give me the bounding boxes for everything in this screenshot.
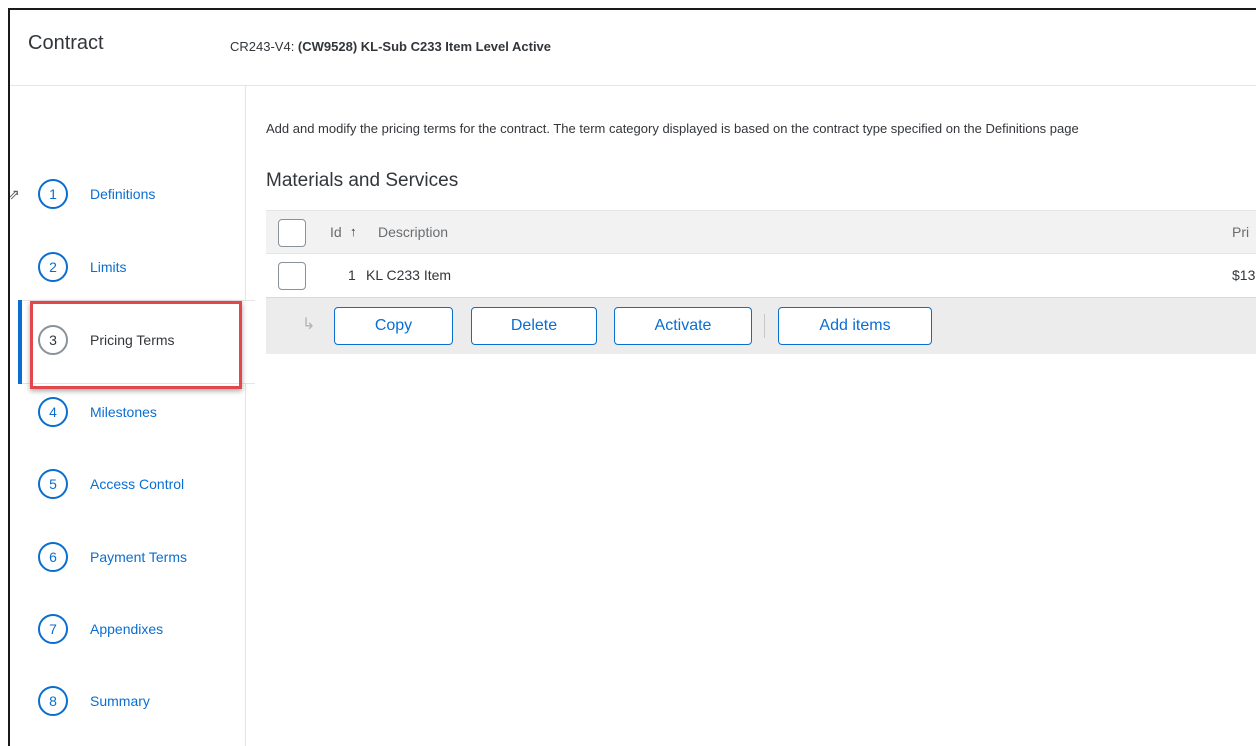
step-label: Milestones bbox=[90, 404, 157, 420]
step-number: 5 bbox=[38, 469, 68, 499]
intro-text: Add and modify the pricing terms for the… bbox=[266, 121, 1079, 136]
document-id: CR243-V4: bbox=[230, 39, 298, 54]
step-access-control[interactable]: 5 Access Control bbox=[10, 464, 246, 504]
table-row[interactable]: 1 KL C233 Item $13 bbox=[266, 254, 1256, 298]
step-milestones[interactable]: 4 Milestones bbox=[10, 392, 246, 432]
copy-button[interactable]: Copy bbox=[334, 307, 453, 345]
document-name: (CW9528) KL-Sub C233 Item Level Active bbox=[297, 39, 552, 54]
step-definitions[interactable]: 1 Definitions bbox=[10, 174, 246, 214]
app-title: Contract bbox=[28, 32, 104, 54]
step-summary[interactable]: 8 Summary bbox=[10, 681, 246, 721]
activate-button[interactable]: Activate bbox=[614, 307, 752, 345]
column-header-id[interactable]: Id bbox=[330, 224, 342, 240]
step-label: Definitions bbox=[90, 186, 156, 202]
column-header-description[interactable]: Description bbox=[378, 224, 448, 240]
step-number: 1 bbox=[38, 179, 68, 209]
row-price: $13 bbox=[1232, 267, 1256, 283]
step-number: 4 bbox=[38, 397, 68, 427]
step-number: 8 bbox=[38, 686, 68, 716]
delete-button[interactable]: Delete bbox=[471, 307, 597, 345]
step-label: Summary bbox=[90, 693, 150, 709]
step-payment-terms[interactable]: 6 Payment Terms bbox=[10, 537, 246, 577]
column-header-price[interactable]: Pri bbox=[1232, 224, 1249, 240]
step-appendixes[interactable]: 7 Appendixes bbox=[10, 609, 246, 649]
step-label: Appendixes bbox=[90, 621, 164, 637]
add-items-button[interactable]: Add items bbox=[778, 307, 932, 345]
select-all-checkbox[interactable] bbox=[278, 219, 306, 247]
sort-ascending-icon[interactable]: ↑ bbox=[350, 224, 357, 239]
document-title: CR243-V4: (CW9528) KL-Sub C233 Item Leve… bbox=[230, 39, 551, 54]
step-label: Access Control bbox=[90, 476, 185, 492]
table-header: Id ↑ Description Pri bbox=[266, 210, 1256, 254]
table-actions-bar: ↳ Copy Delete Activate Add items bbox=[266, 298, 1256, 354]
toolbar-separator bbox=[764, 314, 765, 338]
step-label: Payment Terms bbox=[90, 549, 187, 565]
step-number: 7 bbox=[38, 614, 68, 644]
step-label: Limits bbox=[90, 259, 127, 275]
step-number: 6 bbox=[38, 542, 68, 572]
active-step-indicator bbox=[18, 300, 22, 384]
app-frame: Contract CR243-V4: (CW9528) KL-Sub C233 … bbox=[8, 8, 1256, 746]
return-arrow-icon: ↳ bbox=[302, 316, 316, 333]
page-header: Contract CR243-V4: (CW9528) KL-Sub C233 … bbox=[10, 10, 1256, 86]
section-title: Materials and Services bbox=[266, 170, 459, 191]
row-id: 1 bbox=[348, 267, 356, 283]
highlight-annotation-box bbox=[30, 301, 242, 389]
step-number: 2 bbox=[38, 252, 68, 282]
row-description: KL C233 Item bbox=[366, 267, 452, 283]
step-limits[interactable]: 2 Limits bbox=[10, 247, 246, 287]
row-checkbox[interactable] bbox=[278, 262, 306, 290]
